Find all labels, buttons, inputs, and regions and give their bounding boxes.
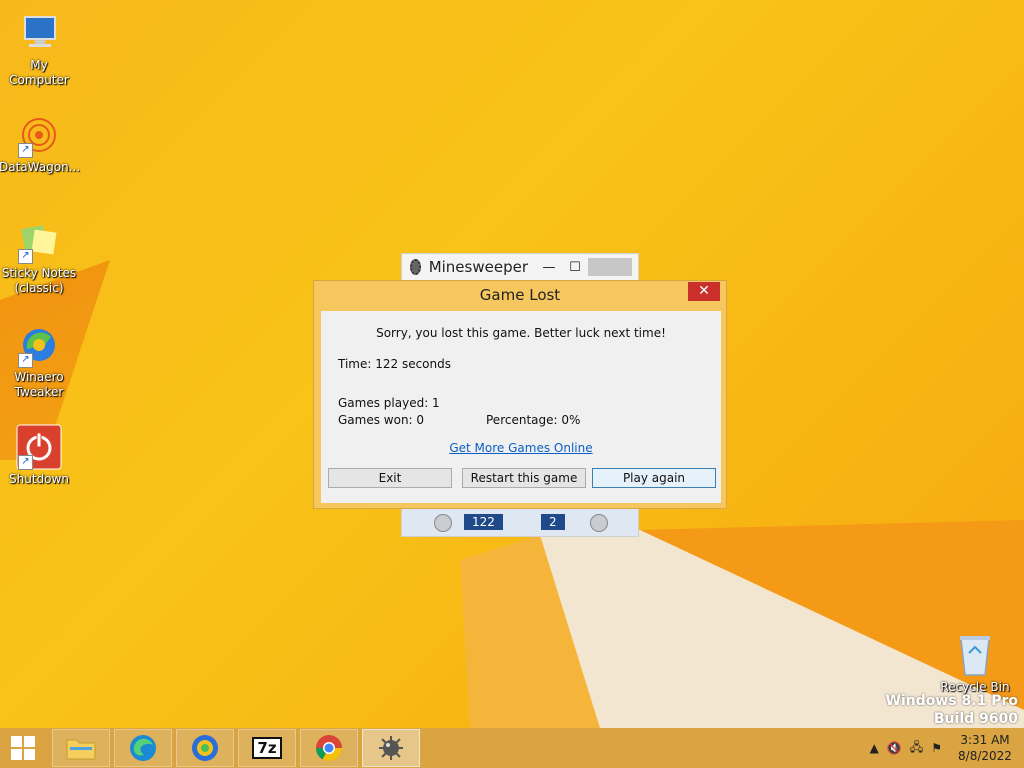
taskbar-edge[interactable]: [114, 729, 172, 767]
action-center-flag-icon[interactable]: ⚑: [931, 741, 942, 755]
power-icon: ↗: [16, 424, 62, 470]
dialog-titlebar[interactable]: Game Lost ✕: [314, 281, 726, 309]
clock-date: 8/8/2022: [958, 749, 1012, 763]
desktop-icon-label: DataWagon...: [0, 160, 81, 174]
desktop-icon-label: Shutdown: [9, 472, 69, 486]
shortcut-arrow-icon: ↗: [18, 353, 33, 368]
mine-icon: [410, 259, 421, 275]
taskbar: 7z ▲ 🔇 🖧 ⚑ 3:31 AM 8/8/2022: [0, 728, 1024, 768]
taskbar-clock[interactable]: 3:31 AM 8/8/2022: [946, 732, 1024, 764]
taskbar-chrome[interactable]: [300, 729, 358, 767]
taskbar-7zip[interactable]: 7z: [238, 729, 296, 767]
7zip-icon: 7z: [252, 737, 282, 759]
windows-watermark: Windows 8.1 Pro Build 9600: [885, 693, 1018, 727]
close-button[interactable]: [588, 258, 632, 276]
desktop-icon-label: My Computer: [9, 58, 69, 87]
network-icon[interactable]: 🖧: [910, 738, 923, 759]
shortcut-arrow-icon: ↗: [18, 455, 33, 470]
timer-display: 122: [464, 514, 503, 530]
desktop-icon-sticky-notes[interactable]: ↗ Sticky Notes (classic): [0, 218, 79, 296]
result-message: Sorry, you lost this game. Better luck n…: [376, 326, 666, 340]
play-again-button[interactable]: Play again: [592, 468, 716, 488]
desktop-icon-winaero-tweaker[interactable]: ↗ Winaero Tweaker: [0, 322, 79, 400]
mines-display: 2: [541, 514, 565, 530]
minesweeper-titlebar[interactable]: Minesweeper — ☐: [402, 254, 638, 280]
get-more-games-link[interactable]: Get More Games Online: [321, 441, 721, 455]
exit-button[interactable]: Exit: [328, 468, 452, 488]
games-played-stat: Games played: 1: [338, 396, 440, 410]
desktop-icon-label: Sticky Notes (classic): [1, 266, 77, 295]
shortcut-arrow-icon: ↗: [18, 249, 33, 264]
dialog-title: Game Lost: [479, 286, 561, 304]
desktop-icon-datawagon[interactable]: ↗ DataWagon...: [0, 112, 81, 175]
taskbar-file-explorer[interactable]: [52, 729, 110, 767]
computer-icon: [16, 10, 62, 56]
desktop-icon-shutdown[interactable]: ↗ Shutdown: [0, 424, 79, 487]
edge-beta-icon: [192, 735, 218, 761]
timer-icon: [434, 514, 452, 532]
games-won-stat: Games won: 0: [338, 413, 425, 427]
windows-logo-icon: [11, 736, 35, 760]
mine-counter-icon: [590, 514, 608, 532]
taskbar-minesweeper[interactable]: [362, 729, 420, 767]
dialog-body: Sorry, you lost this game. Better luck n…: [321, 311, 721, 503]
mine-icon: [379, 736, 403, 760]
restart-game-button[interactable]: Restart this game: [462, 468, 586, 488]
desktop-icon-recycle-bin[interactable]: Recycle Bin: [935, 632, 1015, 695]
datawagon-icon: ↗: [16, 112, 62, 158]
window-title: Minesweeper: [428, 258, 528, 276]
minesweeper-status-bar: 122 2: [402, 508, 638, 536]
shortcut-arrow-icon: ↗: [18, 143, 33, 158]
show-hidden-icons-chevron-icon[interactable]: ▲: [870, 741, 879, 755]
game-lost-dialog: Game Lost ✕ Sorry, you lost this game. B…: [313, 280, 727, 509]
dialog-close-button[interactable]: ✕: [688, 282, 720, 301]
volume-muted-icon[interactable]: 🔇: [887, 741, 902, 755]
sticky-notes-icon: ↗: [16, 218, 62, 264]
edge-icon: [130, 735, 156, 761]
maximize-button[interactable]: ☐: [562, 260, 588, 275]
winaero-tweaker-icon: ↗: [16, 322, 62, 368]
clock-time: 3:31 AM: [960, 733, 1010, 747]
percentage-stat: Percentage: 0%: [486, 413, 581, 427]
chrome-icon: [315, 735, 343, 762]
desktop-icon-label: Winaero Tweaker: [14, 370, 64, 399]
minimize-button[interactable]: —: [536, 260, 562, 275]
folder-icon: [66, 739, 96, 760]
taskbar-edge-beta[interactable]: [176, 729, 234, 767]
time-stat: Time: 122 seconds: [338, 357, 451, 371]
start-button[interactable]: [0, 728, 46, 768]
system-tray: ▲ 🔇 🖧 ⚑ 3:31 AM 8/8/2022: [866, 728, 1024, 768]
recycle-bin-icon: [952, 632, 998, 678]
desktop-icon-my-computer[interactable]: My Computer: [0, 10, 79, 88]
